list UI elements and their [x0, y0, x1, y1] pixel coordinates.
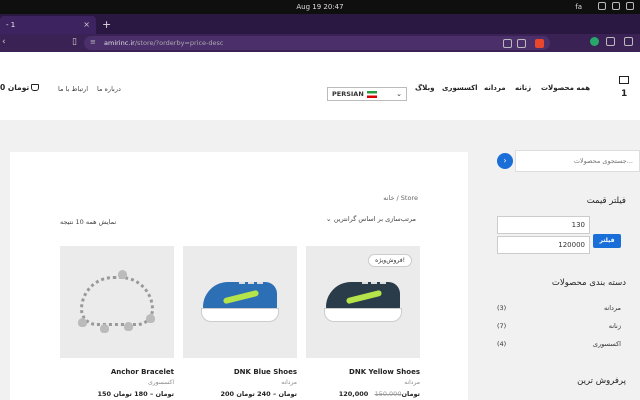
product-card[interactable]: Anchor Bracelet اکسسوری 150 تومان – 180 … — [60, 246, 174, 398]
nav-women[interactable]: زنانه — [515, 84, 531, 92]
store-logo-icon[interactable] — [619, 76, 629, 84]
product-image[interactable] — [60, 246, 174, 358]
logo-number: 1 — [621, 89, 628, 99]
back-arrow-icon[interactable]: ‹ — [2, 37, 6, 47]
product-price: 150 تومان – 180 تومان — [97, 390, 174, 398]
category-label[interactable]: مردانه — [604, 304, 621, 312]
contact-link[interactable]: ارتباط با ما — [58, 85, 88, 93]
product-price: 120,000 تومان150,000 — [338, 390, 420, 398]
translate-icon[interactable] — [503, 39, 512, 48]
search-input[interactable] — [515, 150, 640, 172]
nav-blog[interactable]: وبلاگ — [415, 84, 434, 92]
sale-badge: فروش‌ویژه! — [368, 254, 412, 267]
product-card[interactable]: DNK Blue Shoes مردانه 200 تومان – 240 تو… — [183, 246, 297, 398]
max-price-field[interactable] — [497, 236, 590, 254]
product-price: 200 تومان – 240 تومان — [220, 390, 297, 398]
power-icon[interactable] — [626, 2, 634, 10]
address-bar[interactable]: ≡ amirinc.ir/store/?orderby=price-desc — [84, 36, 550, 50]
bestsellers-title: پرفروش ترین — [577, 376, 626, 386]
breadcrumb[interactable]: خانه / Store — [383, 194, 418, 202]
cart-icon — [31, 84, 40, 91]
category-label[interactable]: اکسسوری — [593, 340, 621, 348]
iran-flag-icon — [366, 90, 377, 98]
product-search: › — [497, 150, 640, 172]
min-price-field[interactable] — [497, 216, 590, 234]
address-row: ‹ ▯ ≡ amirinc.ir/store/?orderby=price-de… — [0, 34, 640, 52]
shop-content: خانه / Store ⌄ مرتب‌سازی بر اساس گرانتری… — [10, 152, 468, 400]
volume-icon[interactable] — [612, 2, 620, 10]
site-header: 0 تومان ارتباط با ما درباره ما PERSIAN ⌄… — [0, 52, 640, 120]
chevron-down-icon: ⌄ — [325, 215, 332, 223]
keyboard-language[interactable]: fa — [575, 3, 582, 11]
os-top-bar: Aug 19 20:47 fa — [0, 0, 640, 14]
about-link[interactable]: درباره ما — [97, 85, 121, 93]
browser-tab-strip: - 1 × + — [0, 14, 640, 34]
old-price: 150,000 — [374, 390, 402, 398]
nav-men[interactable]: مردانه — [484, 84, 506, 92]
language-select[interactable]: PERSIAN ⌄ — [327, 87, 407, 101]
sort-label: مرتب‌سازی بر اساس گرانترین — [333, 215, 416, 223]
chevron-down-icon: ⌄ — [396, 90, 402, 98]
product-image[interactable] — [183, 246, 297, 358]
bookmark-icon[interactable]: ▯ — [72, 37, 77, 47]
product-card[interactable]: فروش‌ویژه! DNK Yellow Shoes مردانه 120,0… — [306, 246, 420, 398]
network-icon[interactable] — [598, 2, 606, 10]
brave-shield-icon[interactable] — [535, 39, 544, 48]
filter-button[interactable]: فیلتر — [593, 234, 621, 248]
close-tab-icon[interactable]: × — [83, 20, 90, 29]
category-count: (3) — [497, 304, 507, 312]
cart-button[interactable]: 0 تومان — [0, 83, 40, 92]
url-text: amirinc.ir/store/?orderby=price-desc — [104, 39, 224, 47]
product-category[interactable]: مردانه — [306, 379, 420, 386]
product-category[interactable]: اکسسوری — [60, 379, 174, 386]
product-category[interactable]: مردانه — [183, 379, 297, 386]
extensions-icon[interactable] — [606, 37, 615, 46]
result-count: نمایش همه 10 نتیجه — [60, 218, 117, 226]
search-submit-button[interactable]: › — [497, 153, 513, 169]
category-count: (7) — [497, 322, 507, 330]
categories-title: دسته بندی محصولات — [551, 278, 626, 288]
new-tab-button[interactable]: + — [102, 18, 111, 31]
bracelet-image — [80, 276, 154, 326]
sort-dropdown[interactable]: ⌄ مرتب‌سازی بر اساس گرانترین — [326, 215, 416, 223]
category-count: (4) — [497, 340, 507, 348]
tab-title: - 1 — [6, 21, 16, 29]
key-icon[interactable] — [517, 39, 526, 48]
product-image[interactable]: فروش‌ویژه! — [306, 246, 420, 358]
browser-tab[interactable]: - 1 × — [0, 16, 96, 34]
os-clock: Aug 19 20:47 — [296, 3, 344, 11]
product-name[interactable]: Anchor Bracelet — [60, 368, 174, 376]
sidebar-toggle-icon[interactable] — [624, 37, 633, 46]
category-label[interactable]: زنانه — [609, 322, 621, 330]
vpn-icon[interactable] — [590, 37, 599, 46]
product-name[interactable]: DNK Yellow Shoes — [306, 368, 420, 376]
site-info-icon[interactable]: ≡ — [90, 38, 96, 46]
price-filter-title: فیلتر قیمت — [586, 196, 626, 206]
cart-total: 0 تومان — [0, 83, 30, 92]
language-label: PERSIAN — [332, 90, 364, 98]
product-name[interactable]: DNK Blue Shoes — [183, 368, 297, 376]
nav-all-products[interactable]: همه محصولات — [541, 84, 590, 92]
nav-accessories[interactable]: اکسسوری — [442, 84, 478, 92]
system-tray — [598, 2, 634, 10]
